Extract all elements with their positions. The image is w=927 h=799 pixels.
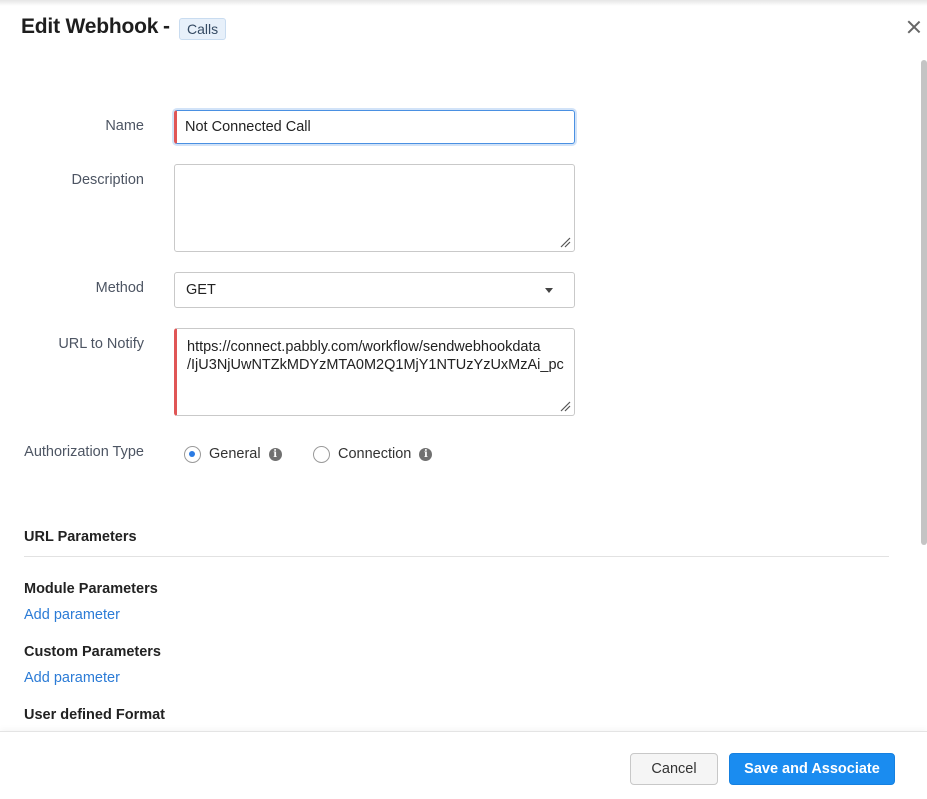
dialog-header: Edit Webhook - Calls [0,0,927,58]
custom-parameters-heading: Custom Parameters [24,644,161,660]
method-label: Method [95,280,144,296]
module-badge: Calls [179,18,227,40]
save-and-associate-button[interactable]: Save and Associate [729,753,895,785]
description-field-wrapper [174,164,575,252]
radio-general[interactable] [184,445,201,463]
add-module-parameter-link[interactable]: Add parameter [24,607,120,623]
resize-grip-icon[interactable] [559,236,571,248]
description-label: Description [71,172,144,188]
radio-general-label: General [209,446,261,462]
name-field-wrapper [174,110,575,144]
info-icon[interactable]: i [268,447,282,461]
resize-grip-icon[interactable] [559,400,571,412]
auth-type-label: Authorization Type [24,444,144,460]
dialog-footer: Cancel Save and Associate [0,731,927,799]
close-icon[interactable] [905,18,923,36]
method-value: GET [186,282,216,298]
description-input[interactable] [175,165,574,251]
scrollbar[interactable] [921,60,927,545]
title-separator: - [163,15,170,38]
name-label: Name [105,118,144,134]
method-select[interactable]: GET [174,272,575,308]
module-parameters-heading: Module Parameters [24,581,158,597]
name-input[interactable] [177,111,574,143]
url-parameters-heading: URL Parameters [24,529,137,545]
cancel-button[interactable]: Cancel [630,753,718,785]
radio-connection[interactable] [313,445,330,463]
user-defined-format-heading: User defined Format [24,707,165,723]
url-field-wrapper: https://connect.pabbly.com/workflow/send… [174,328,575,416]
info-icon[interactable]: i [419,447,433,461]
url-label: URL to Notify [58,336,144,352]
url-input[interactable]: https://connect.pabbly.com/workflow/send… [177,329,574,415]
dialog-title: Edit Webhook [21,15,159,38]
chevron-down-icon [545,288,553,293]
radio-connection-label: Connection [338,446,412,462]
auth-option-general[interactable]: General i [184,444,282,464]
add-custom-parameter-link[interactable]: Add parameter [24,670,120,686]
auth-option-connection[interactable]: Connection i [313,444,433,464]
section-divider [24,556,889,557]
